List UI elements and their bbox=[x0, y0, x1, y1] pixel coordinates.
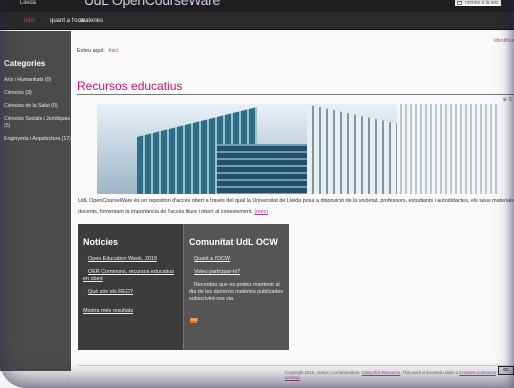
category-list: Arts i Humanitats (0) Ciències (3) Ciènc… bbox=[4, 77, 72, 149]
search-input[interactable]: nomes a la sec bbox=[455, 0, 501, 6]
nav-materials[interactable]: materies bbox=[80, 17, 103, 25]
intro-text: UdL OpenCourseWare és un repositori d'ac… bbox=[78, 198, 514, 215]
checkbox-icon[interactable] bbox=[457, 1, 462, 5]
main-navigation: Inici quant a l'ocw materies bbox=[0, 12, 514, 30]
news-title: Notícies bbox=[83, 237, 119, 247]
breadcrumb-label: Esteu aquí: bbox=[77, 48, 105, 54]
community-item[interactable]: » Quant a l'OCW bbox=[189, 256, 285, 263]
news-more-link[interactable]: Mostra més resultats bbox=[83, 308, 133, 314]
news-panel: Notícies » Open Education Week, 2019 » OER… bbox=[78, 224, 183, 350]
community-title: Comunitat UdL OCW bbox=[189, 237, 278, 247]
community-item[interactable]: » Voleu participar-hi? bbox=[189, 269, 285, 276]
footer: Copyright 2010, Autors i col·laboradors.… bbox=[285, 370, 496, 380]
creative-commons-icon[interactable]: cc bbox=[498, 366, 514, 375]
news-item-link[interactable]: OER Commons, recursos educatius en obert bbox=[83, 269, 174, 282]
footer-license-text: This work is licensed under a bbox=[402, 370, 458, 375]
search-scope-label: nomes a la sec bbox=[465, 0, 499, 6]
news-item[interactable]: » Què són els REO? bbox=[83, 289, 179, 296]
community-item-text: Recordeu que es podeu mantenir al dia de… bbox=[189, 282, 284, 302]
login-link[interactable]: Identifica bbox=[494, 38, 514, 44]
community-list: » Quant a l'OCW » Voleu participar-hi? » Re… bbox=[189, 256, 285, 309]
page-title: Recursos educatius bbox=[77, 79, 183, 93]
page-tools-icons[interactable]: ⊕ Σ bbox=[502, 97, 512, 103]
news-item[interactable]: » Open Education Week, 2019 bbox=[83, 256, 179, 263]
news-item-link[interactable]: Open Education Week, 2019 bbox=[88, 256, 157, 262]
bullet-arrow-icon: » bbox=[189, 282, 192, 288]
nav-home[interactable]: Inici bbox=[24, 17, 35, 25]
categories-sidebar: Categories Arts i Humanitats (0) Cièncie… bbox=[0, 31, 71, 371]
bullet-arrow-icon: » bbox=[83, 289, 86, 295]
rss-label: RSS bbox=[191, 318, 198, 322]
bullet-arrow-icon: » bbox=[83, 256, 86, 262]
intro-paragraph: UdL OpenCourseWare és un repositori d'ac… bbox=[78, 196, 514, 218]
footer-citing-link[interactable]: Citing this Resource bbox=[362, 370, 400, 375]
title-divider bbox=[77, 94, 514, 95]
hero-image bbox=[97, 104, 499, 194]
building-shape bbox=[397, 104, 499, 194]
top-bar: Lleida UdL OpenCourseWare nomes a la sec bbox=[0, 0, 514, 12]
category-item[interactable]: Enginyeria i Arquitectura (17) bbox=[4, 136, 72, 143]
main-content: Identifica Esteu aquí: Inici Recursos ed… bbox=[71, 31, 514, 388]
category-item[interactable]: Arts i Humanitats (0) bbox=[4, 77, 72, 84]
community-item: » Recordeu que es podeu mantenir al dia d… bbox=[189, 282, 285, 303]
category-item[interactable]: Ciències (3) bbox=[4, 90, 72, 97]
bullet-arrow-icon: » bbox=[189, 269, 192, 275]
news-item-link[interactable]: Què són els REO? bbox=[88, 289, 133, 295]
building-shape bbox=[307, 104, 397, 194]
categories-title: Categories bbox=[4, 59, 46, 68]
browser-page: Lleida UdL OpenCourseWare nomes a la sec… bbox=[0, 0, 514, 388]
top-link-lleida[interactable]: Lleida bbox=[20, 0, 36, 6]
community-item-link[interactable]: Voleu participar-hi? bbox=[194, 269, 240, 275]
footer-divider bbox=[78, 365, 514, 366]
site-brand[interactable]: UdL OpenCourseWare bbox=[84, 0, 220, 8]
category-item[interactable]: Ciències de la Salut (0) bbox=[4, 103, 72, 110]
news-item[interactable]: » OER Commons, recursos educatius en ober… bbox=[83, 269, 179, 283]
community-panel: Comunitat UdL OCW » Quant a l'OCW » Voleu … bbox=[183, 224, 289, 350]
bullet-arrow-icon: » bbox=[189, 256, 192, 262]
breadcrumb: Esteu aquí: Inici bbox=[77, 48, 118, 54]
bullet-arrow-icon: » bbox=[83, 269, 86, 275]
breadcrumb-current[interactable]: Inici bbox=[108, 48, 118, 54]
intro-more-link[interactable]: (més) bbox=[254, 209, 268, 215]
category-item[interactable]: Ciències Socials i Jurídiques (5) bbox=[4, 116, 72, 130]
rss-icon[interactable]: RSS bbox=[190, 318, 198, 323]
community-item-link[interactable]: Quant a l'OCW bbox=[194, 256, 230, 262]
news-list: » Open Education Week, 2019 » OER Commons,… bbox=[83, 256, 179, 302]
